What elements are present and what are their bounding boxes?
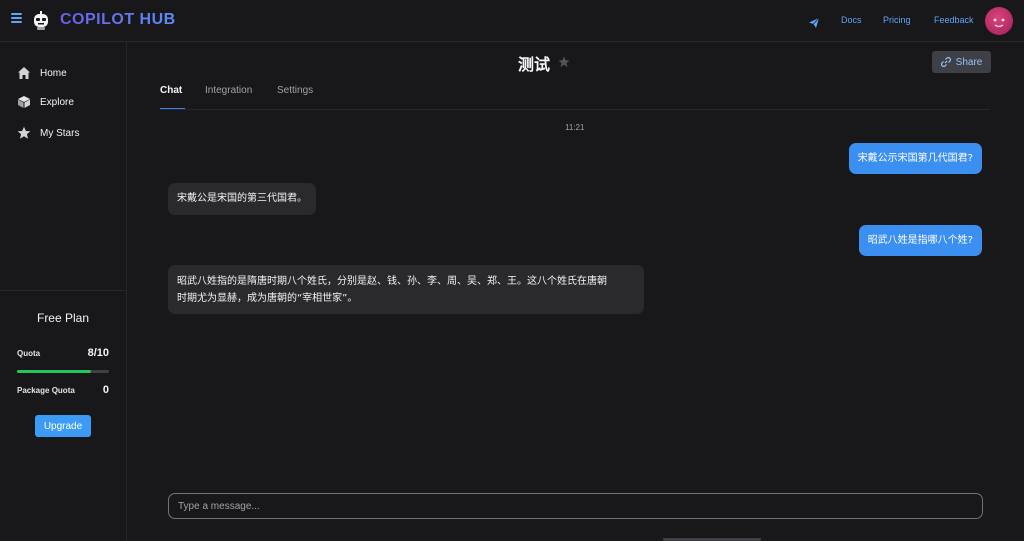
message-text: 时期尤为显赫，成为唐朝的“宰相世家”。: [177, 293, 358, 304]
bot-message: 宋戴公是宋国的第三代国君。: [168, 183, 316, 215]
copilot-logo-icon: [32, 11, 50, 31]
star-icon: [17, 126, 31, 139]
message-text: 昭武八姓是指哪八个姓?: [867, 235, 973, 246]
user-avatar[interactable]: [985, 7, 1013, 35]
favorite-star-icon[interactable]: [558, 56, 570, 68]
sidebar-item-my-stars[interactable]: My Stars: [17, 125, 79, 141]
upgrade-button[interactable]: Upgrade: [35, 415, 91, 437]
sidebar: Home Explore My Stars Free Plan Quota 8/…: [0, 42, 127, 541]
sidebar-item-label: Explore: [40, 96, 74, 108]
telegram-icon[interactable]: [808, 14, 820, 28]
home-icon: [18, 67, 30, 79]
hamburger-menu-icon[interactable]: [11, 13, 22, 24]
share-label: Share: [955, 56, 983, 68]
package-quota-row: Package Quota 0: [17, 384, 109, 396]
nav-pricing-link[interactable]: Pricing: [883, 15, 911, 25]
quota-label: Quota: [17, 348, 41, 358]
message-text: 昭武八姓指的是隋唐时期八个姓氏，分别是赵、钱、孙、李、周、吴、郑、王。这八个姓氏…: [177, 276, 607, 287]
message-text: 宋戴公示宋国第几代国君?: [857, 153, 973, 164]
message-text: 宋戴公是宋国的第三代国君。: [177, 193, 307, 204]
brand-name[interactable]: COPILOT HUB: [60, 11, 176, 29]
plan-title: Free Plan: [36, 311, 90, 325]
cube-icon: [18, 96, 30, 108]
sidebar-divider: [0, 290, 126, 291]
message-input[interactable]: [168, 493, 983, 519]
nav-docs-link[interactable]: Docs: [841, 15, 862, 25]
sidebar-item-label: Home: [40, 67, 67, 79]
quota-row: Quota 8/10: [17, 347, 109, 359]
share-button[interactable]: Share: [932, 51, 991, 73]
bot-message: 昭武八姓指的是隋唐时期八个姓氏，分别是赵、钱、孙、李、周、吴、郑、王。这八个姓氏…: [168, 265, 644, 314]
sidebar-item-label: My Stars: [40, 127, 80, 139]
quota-progress-bar: [17, 370, 109, 373]
sidebar-item-home[interactable]: Home: [17, 65, 67, 81]
user-message: 宋戴公示宋国第几代国君?: [848, 143, 982, 174]
nav-feedback-link[interactable]: Feedback: [934, 15, 974, 25]
package-quota-value: 0: [102, 384, 109, 396]
sidebar-item-explore[interactable]: Explore: [17, 94, 74, 110]
quota-progress-fill: [17, 370, 91, 373]
link-icon: [940, 57, 951, 67]
top-header: COPILOT HUB Docs Pricing Feedback: [0, 0, 1024, 42]
tab-divider: [160, 109, 990, 110]
chat-timestamp: 11:21: [565, 123, 585, 132]
package-quota-label: Package Quota: [17, 385, 75, 395]
quota-value: 8/10: [87, 347, 109, 359]
tab-settings[interactable]: Settings: [277, 85, 313, 96]
tab-integration[interactable]: Integration: [205, 85, 252, 96]
tab-chat[interactable]: Chat: [160, 85, 182, 96]
user-message: 昭武八姓是指哪八个姓?: [858, 225, 982, 256]
page-title: 测试: [518, 55, 551, 74]
